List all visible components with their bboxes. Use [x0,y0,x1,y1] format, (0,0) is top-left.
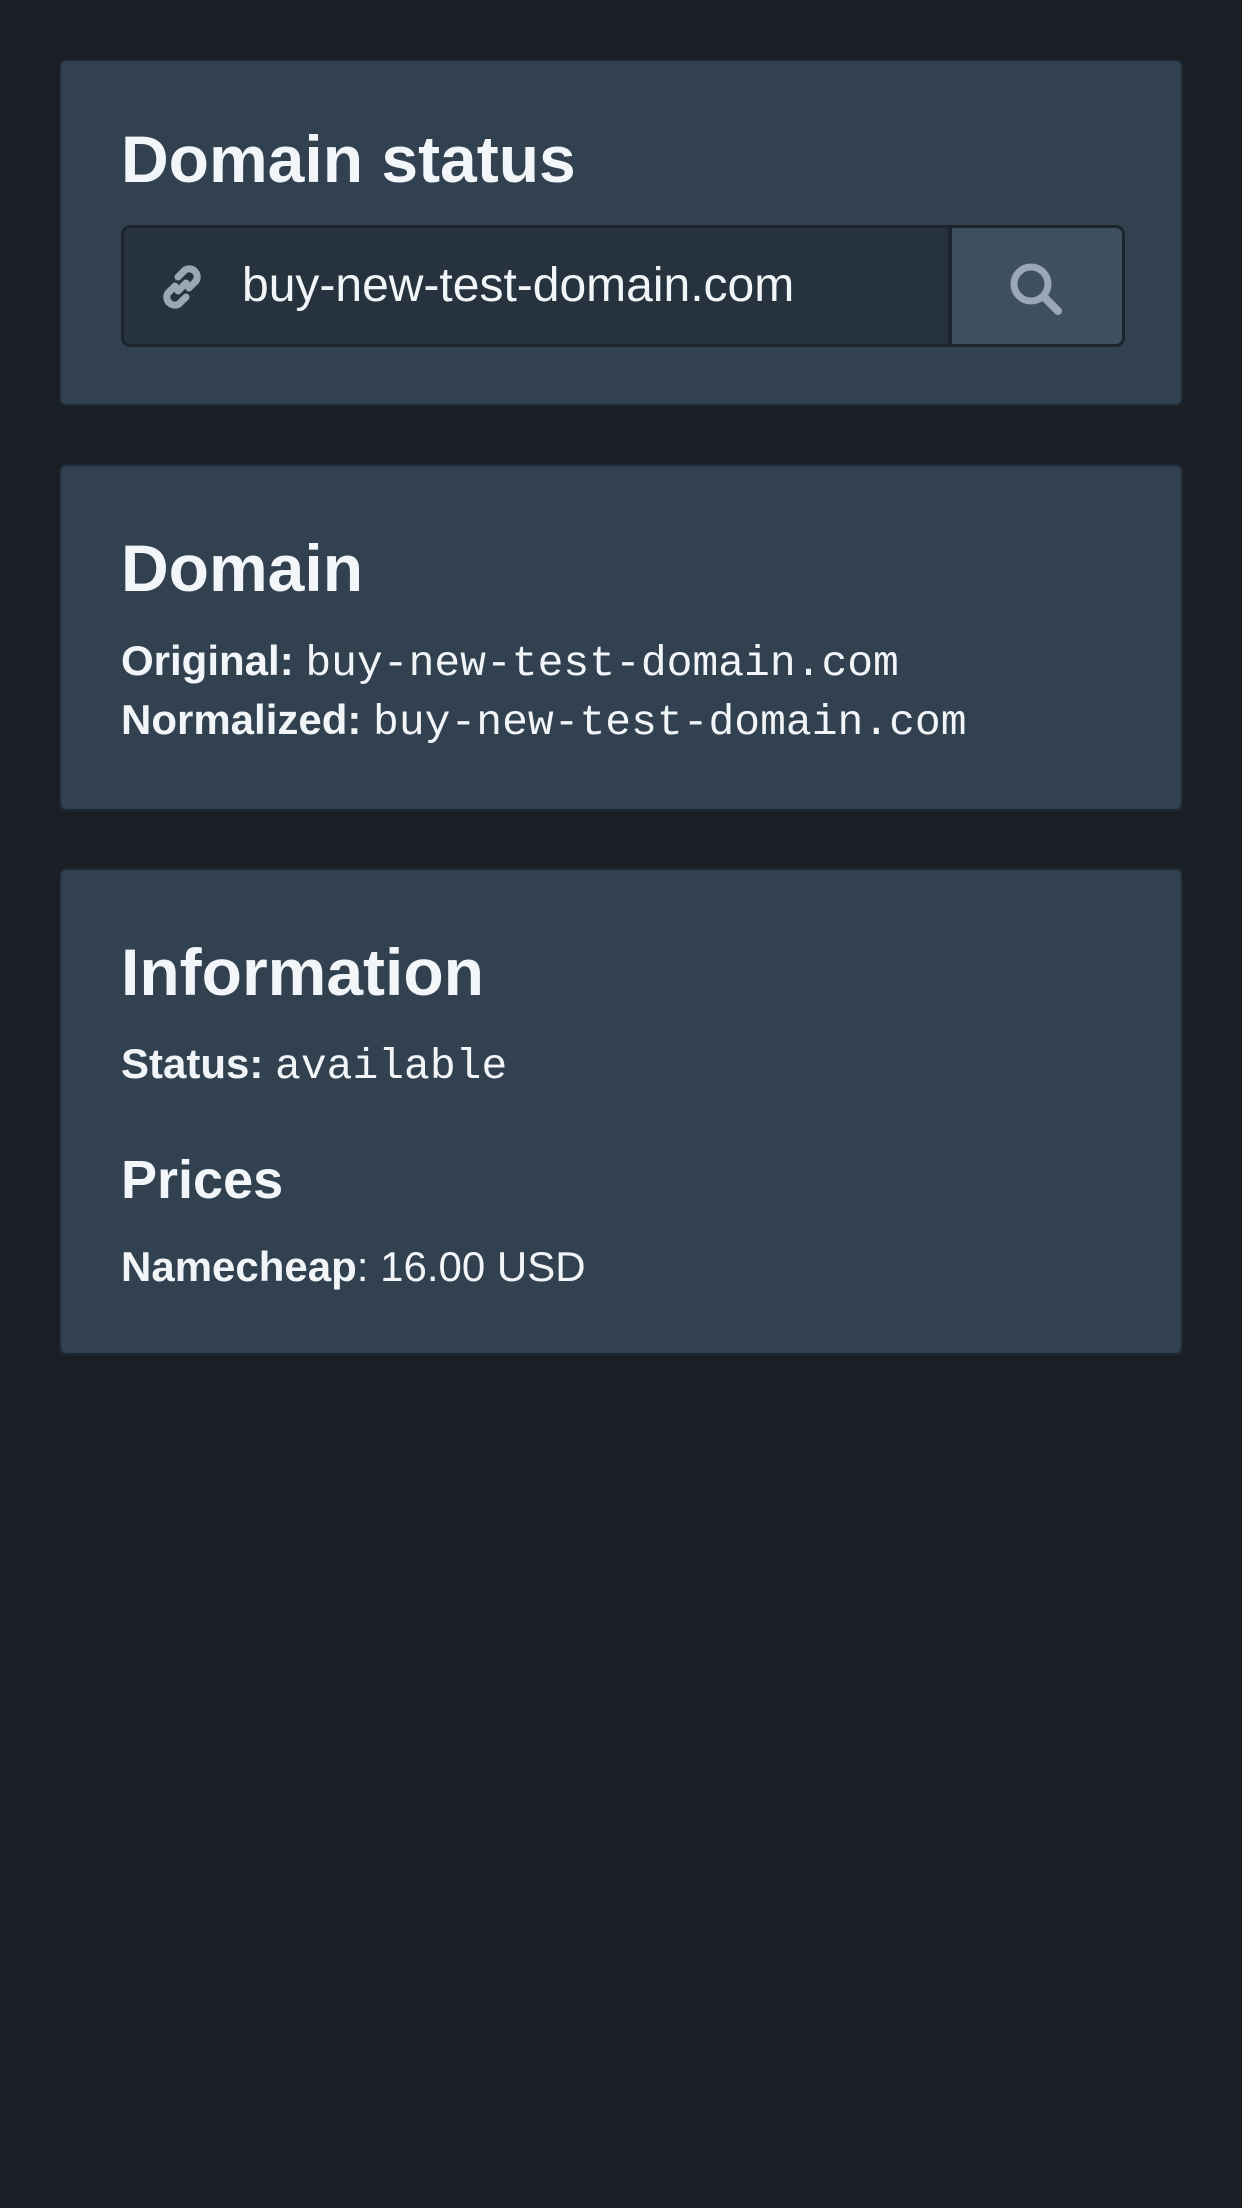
search-card-title: Domain status [121,122,576,196]
domain-search-card: Domain status [59,59,1183,406]
link-icon [163,265,201,309]
status-label: Status: [121,1040,264,1087]
search-input-group [121,225,951,347]
information-card-title: Information [121,935,484,1009]
domain-card-title: Domain [121,531,364,605]
search-button[interactable] [949,225,1125,347]
normalized-domain-row: Normalized: buy-new-test-domain.com [121,696,967,747]
price-value: 16.00 USD [380,1243,586,1290]
price-separator: : [356,1243,369,1290]
search-form [121,225,1125,347]
search-icon [1010,263,1062,315]
original-label: Original: [121,637,294,684]
original-value: buy-new-test-domain.com [305,639,899,688]
original-domain-row: Original: buy-new-test-domain.com [121,637,899,688]
normalized-value: buy-new-test-domain.com [373,698,967,747]
information-card: Information Status: available Prices Nam… [59,868,1183,1355]
price-row: Namecheap: 16.00 USD [121,1243,586,1291]
price-registrar: Namecheap [121,1243,357,1290]
domain-card: Domain Original: buy-new-test-domain.com… [59,464,1183,811]
prices-title: Prices [121,1150,284,1210]
normalized-label: Normalized: [121,696,362,743]
status-value: available [275,1042,508,1091]
status-row: Status: available [121,1040,507,1091]
domain-search-input[interactable] [242,228,932,344]
